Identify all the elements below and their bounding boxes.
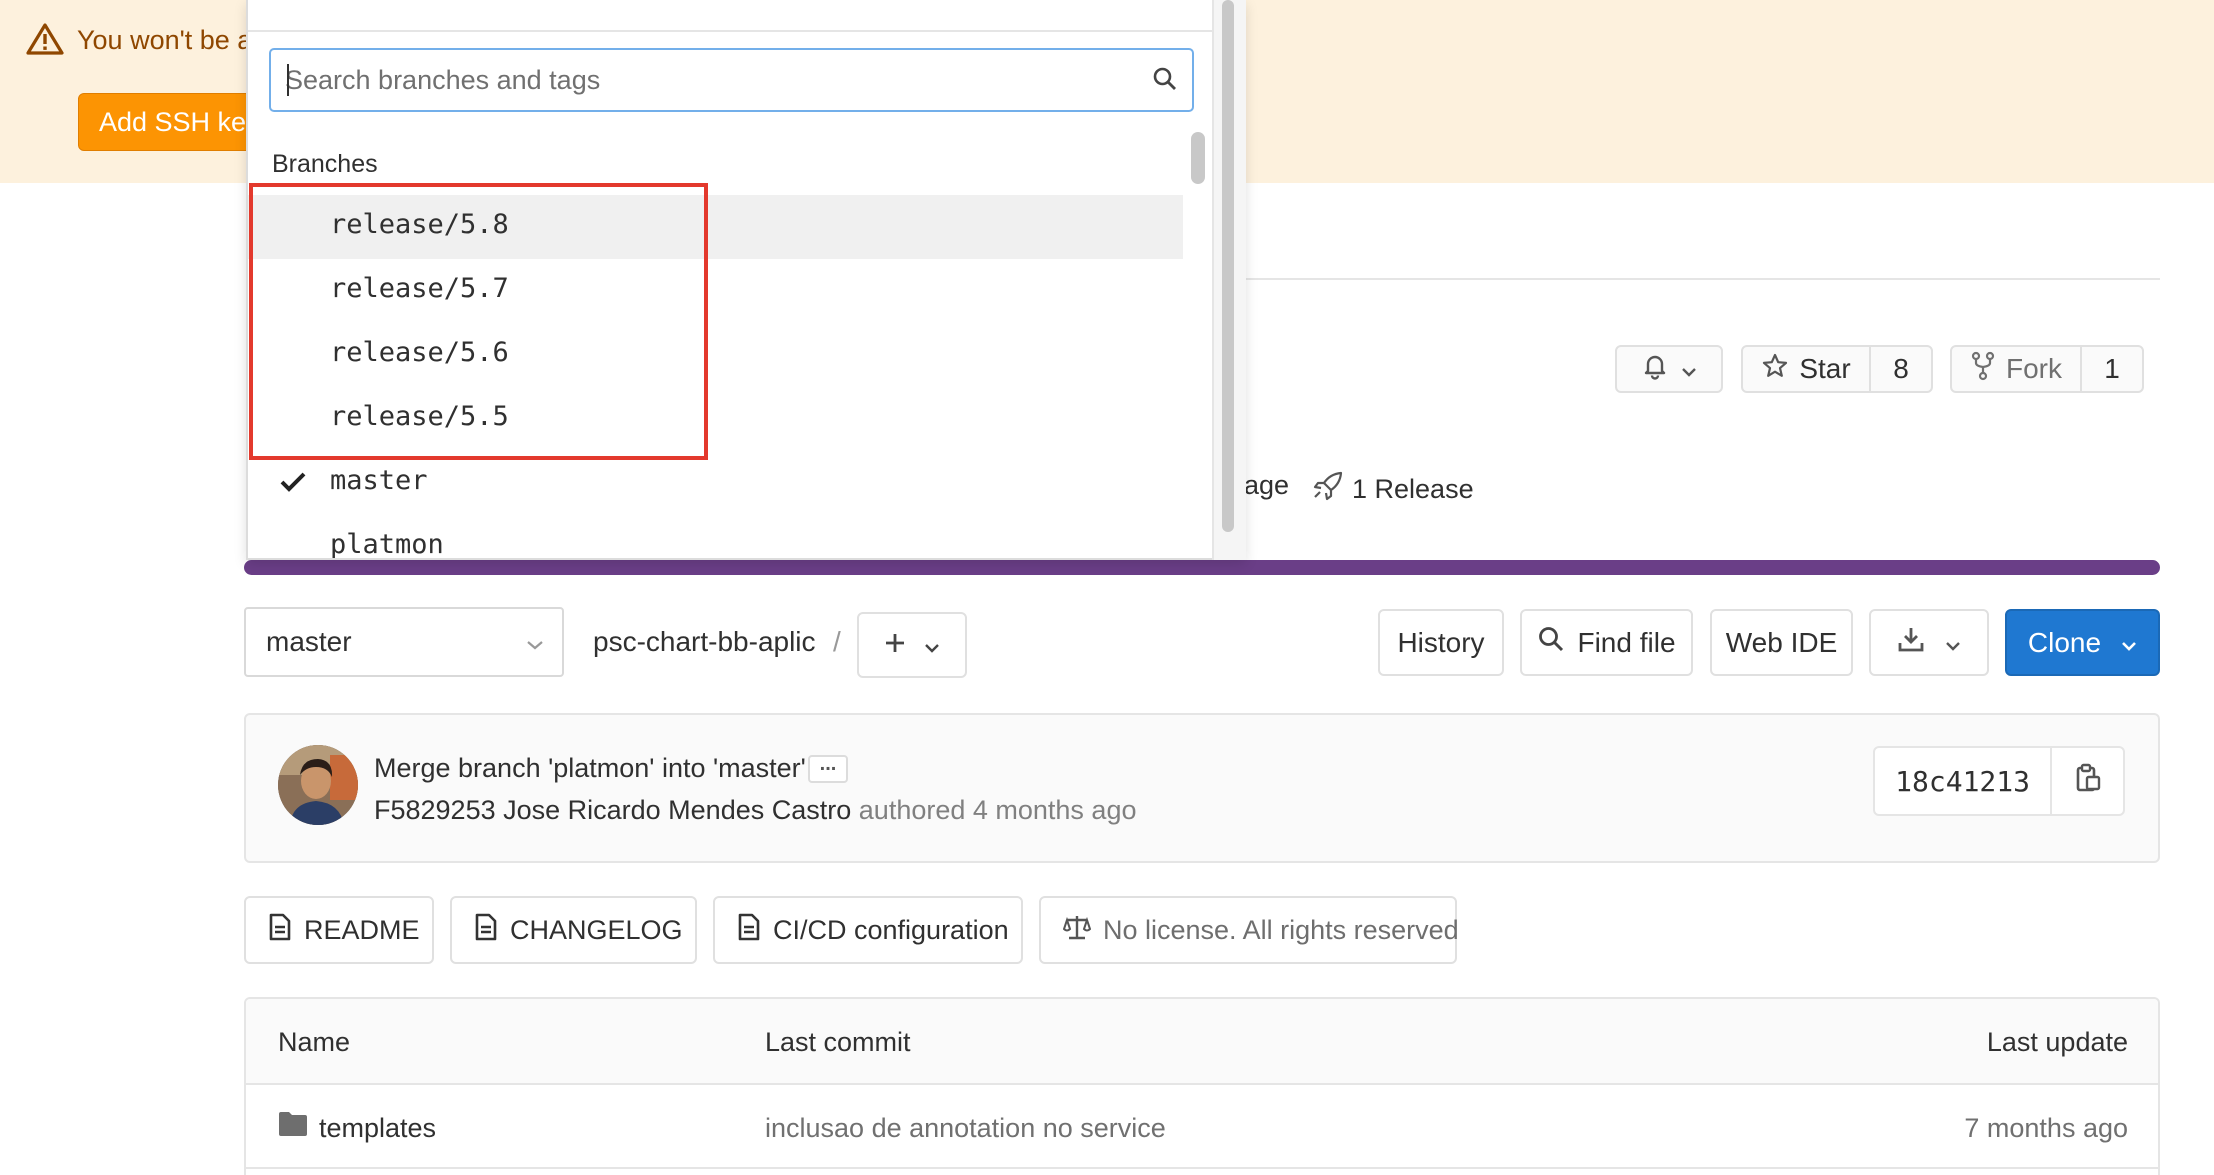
commit-author[interactable]: F5829253 Jose Ricardo Mendes Castro (374, 795, 851, 825)
releases-stat[interactable]: 1 Release (1312, 470, 1474, 509)
file-name[interactable]: templates (319, 1113, 436, 1144)
file-last-update: 7 months ago (1964, 1113, 2128, 1143)
bell-icon (1641, 352, 1669, 387)
rocket-icon (1312, 470, 1344, 509)
license-label: No license. All rights reserved (1103, 914, 1459, 945)
commit-description-toggle[interactable]: ... (808, 754, 848, 783)
avatar[interactable] (278, 745, 358, 825)
column-header-name: Name (278, 1027, 351, 1057)
column-header-last-update: Last update (1986, 1027, 2128, 1057)
stat-partial[interactable]: age (1244, 470, 1289, 501)
fork-button[interactable]: Fork (1952, 347, 2080, 391)
star-button[interactable]: Star (1743, 347, 1869, 391)
document-icon (737, 913, 761, 948)
cicd-label: CI/CD configuration (773, 914, 1009, 945)
table-row[interactable]: templates inclusao de annotation no serv… (246, 1085, 2158, 1169)
breadcrumb-project[interactable]: psc-chart-bb-aplic (593, 626, 816, 658)
branch-item-label: platmon (330, 529, 444, 558)
clone-label: Clone (2027, 626, 2102, 658)
license-button[interactable]: No license. All rights reserved (1039, 896, 1459, 964)
nav-divider (1244, 278, 2160, 280)
fork-count[interactable]: 1 (2080, 347, 2142, 391)
copy-sha-button[interactable] (2050, 748, 2123, 814)
branch-list-scrollbar[interactable] (1191, 132, 1205, 184)
commit-sha[interactable]: 18c41213 (1875, 748, 2050, 814)
chevron-down-icon (924, 629, 940, 661)
branch-item-label: master (330, 465, 428, 496)
branch-item[interactable]: platmon (248, 515, 1183, 558)
readme-label: README (304, 914, 420, 945)
download-icon (1897, 625, 1925, 660)
fork-group: Fork 1 (1950, 345, 2144, 393)
changelog-label: CHANGELOG (510, 914, 683, 945)
find-file-label: Find file (1577, 626, 1676, 658)
star-group: Star 8 (1741, 345, 1933, 393)
fork-icon (1970, 351, 1996, 388)
branch-search-field[interactable] (269, 48, 1194, 112)
fork-label: Fork (2006, 353, 2062, 384)
clipboard-icon (2074, 762, 2102, 801)
chevron-down-icon (1945, 627, 1961, 659)
readme-button[interactable]: README (244, 896, 434, 964)
chevron-down-icon (1681, 353, 1697, 385)
releases-label: 1 Release (1352, 474, 1474, 504)
branch-select[interactable]: master (244, 607, 564, 677)
branches-section-header: Branches (272, 150, 378, 178)
star-count[interactable]: 8 (1869, 347, 1931, 391)
table-header: Name Last commit Last update (246, 999, 2158, 1085)
commit-title[interactable]: Merge branch 'platmon' into 'master' (374, 753, 806, 784)
stat-partial-label: age (1244, 470, 1290, 500)
file-last-commit[interactable]: inclusao de annotation no service (765, 1113, 1166, 1144)
highlight-annotation (249, 183, 708, 460)
web-ide-button[interactable]: Web IDE (1710, 609, 1853, 676)
clone-button[interactable]: Clone (2005, 609, 2160, 676)
commit-authored-time: authored 4 months ago (858, 795, 1137, 825)
repository-language-bar (244, 560, 2160, 575)
download-dropdown-button[interactable] (1869, 609, 1989, 676)
column-header-last-commit: Last commit (765, 1027, 911, 1057)
document-icon (268, 913, 292, 948)
chevron-down-icon (2121, 627, 2137, 659)
document-icon (474, 913, 498, 948)
text-caret (287, 64, 289, 96)
banner-text: You won't be a (77, 25, 253, 55)
checkmark-icon (280, 469, 306, 500)
dropdown-divider (248, 30, 1215, 32)
find-file-button[interactable]: Find file (1520, 609, 1693, 676)
history-button[interactable]: History (1378, 609, 1504, 676)
commit-meta: F5829253 Jose Ricardo Mendes Castro auth… (374, 795, 1136, 826)
warning-icon (26, 22, 64, 56)
commit-sha-group: 18c41213 (1873, 746, 2125, 816)
plus-icon (884, 629, 906, 661)
changelog-button[interactable]: CHANGELOG (450, 896, 697, 964)
cicd-configuration-button[interactable]: CI/CD configuration (713, 896, 1023, 964)
search-icon (1152, 66, 1178, 99)
file-table: Name Last commit Last update templates i… (244, 997, 2160, 1175)
scale-icon (1062, 913, 1092, 948)
star-label: Star (1799, 353, 1851, 384)
dropdown-scrollbar[interactable] (1222, 0, 1234, 532)
notification-button[interactable] (1615, 345, 1723, 393)
branch-select-value: master (266, 626, 352, 657)
chevron-down-icon (526, 626, 544, 658)
branch-item-selected[interactable]: master (248, 451, 1183, 515)
search-icon (1537, 625, 1565, 660)
breadcrumb-separator: / (833, 626, 841, 657)
branch-search-input[interactable] (285, 50, 1145, 110)
star-icon (1761, 352, 1789, 387)
folder-icon (278, 1111, 308, 1144)
add-file-dropdown-button[interactable] (857, 612, 967, 678)
